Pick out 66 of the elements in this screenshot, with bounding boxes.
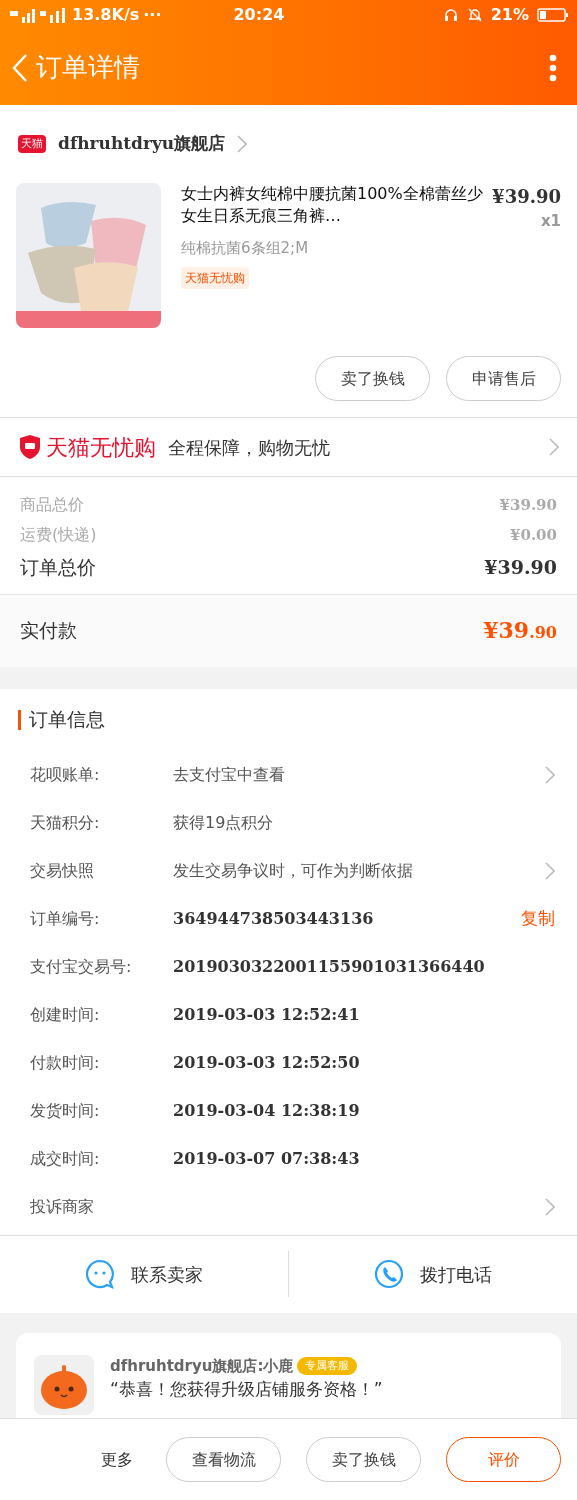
network-speed: 13.8K/s [72,4,140,26]
store-name[interactable]: dfhruhtdryu旗舰店 [58,131,226,157]
info-value: 2019030322001155901031366440 [173,955,486,978]
message-text: “恭喜！您获得升级店铺服务资格！” [110,1378,383,1401]
product-price: ¥39.90 [492,185,561,209]
action-button[interactable]: 更多 [93,1437,141,1482]
signal-icon [8,7,68,23]
chevron-right-icon [549,438,559,456]
back-icon [12,52,28,83]
contact-button[interactable]: 联系卖家 [0,1259,288,1289]
chevron-right-icon [545,861,555,880]
headset-icon [442,7,459,23]
service-badge: 专属客服 [297,1356,358,1375]
info-label: 交易快照 [30,859,95,882]
price-label: 订单总价 [20,555,96,580]
product-title[interactable]: 女士内裤女纯棉中腰抗菌100%全棉蕾丝少女生日系无痕三角裤… [181,183,485,233]
info-value: 去支付宝中查看 [173,763,286,786]
guarantee-logo: 天猫无忧购 [46,433,156,462]
battery-level: 21% [490,4,529,26]
muted-bell-icon [466,7,483,23]
battery-icon [537,7,569,23]
page-title: 订单详情 [36,51,140,84]
price-label: 运费(快递) [20,524,97,546]
price-value: ¥39.90 [484,555,557,580]
info-label: 天猫积分: [30,811,101,834]
more-menu-button[interactable] [549,53,557,82]
info-value: 2019-03-07 07:38:43 [173,1147,361,1170]
info-value: 2019-03-03 12:52:41 [173,1003,361,1026]
quantity: x1 [540,211,561,232]
back-button[interactable] [12,52,28,83]
info-value: 2019-03-03 12:52:50 [173,1051,361,1074]
shield-icon [18,434,42,460]
info-label: 花呗账单: [30,763,101,786]
info-label: 发货时间: [30,1099,101,1122]
paid-amount: ¥39.90 [483,616,557,645]
price-value: ¥39.90 [499,494,557,516]
info-label: 付款时间: [30,1051,101,1074]
more-vertical-icon [549,53,557,82]
info-label: 创建时间: [30,1003,101,1026]
info-label[interactable]: 投诉商家 [30,1194,173,1219]
section-title: 订单信息 [29,707,105,733]
product-variant: 纯棉抗菌6条组2;M [181,237,310,259]
info-value: 364944738503443136 [173,907,375,930]
more-indicator: ··· [143,4,162,26]
message-card[interactable]: dfhruhtdryu旗舰店:小鹿 专属客服 “恭喜！您获得升级店铺服务资格！” [16,1332,561,1418]
paid-label: 实付款 [20,618,77,644]
guarantee-text: 全程保障，购物无忧 [168,435,330,460]
contact-button[interactable]: 拨打电话 [289,1259,577,1289]
price-value: ¥0.00 [510,524,557,546]
info-label: 订单编号: [30,907,101,930]
message-sender: dfhruhtdryu旗舰店:小鹿 [110,1355,294,1377]
clock: 20:24 [233,4,285,26]
info-label: 支付宝交易号: [30,955,133,978]
chat-bubble-icon [85,1259,115,1289]
info-value: 2019-03-04 12:38:19 [173,1099,361,1122]
chevron-right-icon [545,765,555,784]
info-value: 获得19点积分 [173,811,275,834]
price-label: 商品总价 [20,494,84,516]
phone-icon [374,1259,404,1289]
guarantee-row[interactable]: 天猫无忧购 全程保障，购物无忧 [0,417,577,477]
info-label: 成交时间: [30,1147,101,1170]
store-badge: 天猫 [18,134,46,154]
chevron-right-icon [237,135,248,153]
chevron-right-icon [545,1197,555,1216]
product-tag: 天猫无忧购 [181,267,249,289]
info-value: 发生交易争议时，可作为判断依据 [173,859,414,882]
